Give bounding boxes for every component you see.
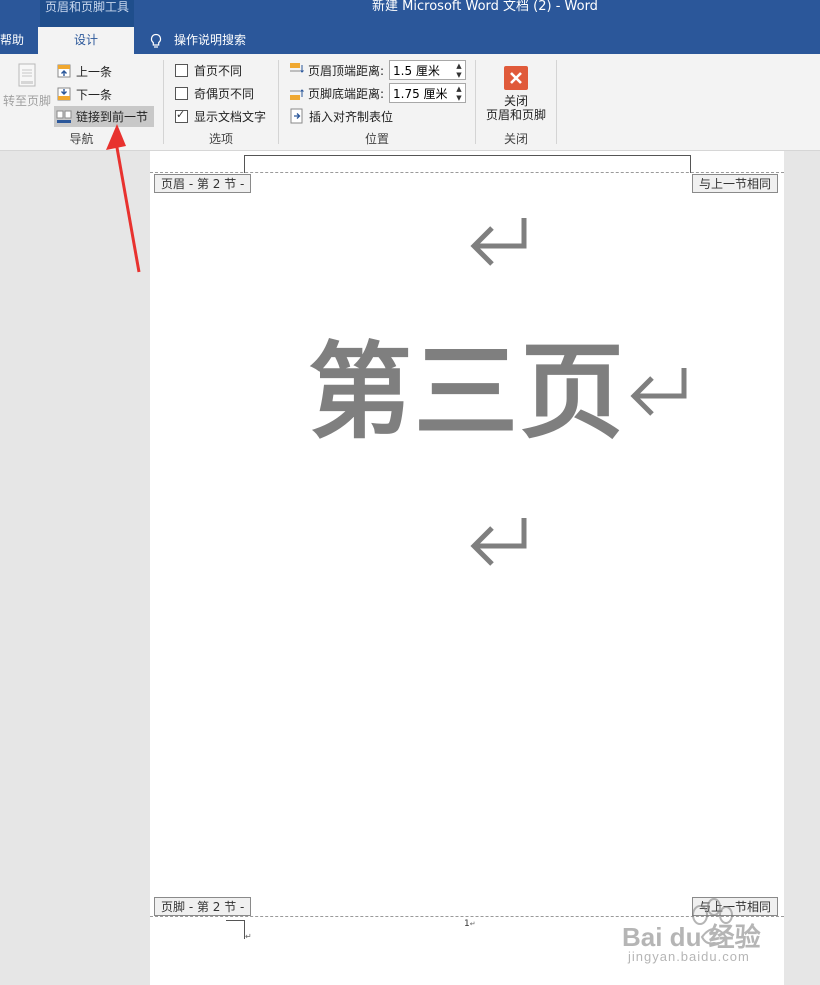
goto-footer-label: 转至页脚 bbox=[2, 94, 51, 108]
close-icon bbox=[504, 66, 528, 90]
lightbulb-icon bbox=[150, 33, 162, 48]
header-from-top-label-row: 页眉顶端距离: bbox=[289, 60, 384, 80]
watermark-url: jingyan.baidu.com bbox=[628, 949, 750, 964]
different-first-page-box[interactable] bbox=[175, 63, 188, 77]
next-button[interactable]: 下一条 bbox=[56, 84, 112, 104]
header-from-top-value: 1.5 厘米 bbox=[393, 64, 440, 78]
close-button-line1: 关闭 bbox=[503, 94, 528, 108]
body-text[interactable]: 第三页 bbox=[308, 330, 628, 454]
contextual-tab-label: 页眉和页脚工具 bbox=[40, 0, 134, 27]
footer-position-icon bbox=[290, 89, 304, 100]
insert-alignment-tab-button[interactable]: 插入对齐制表位 bbox=[289, 106, 393, 126]
ribbon-tab-bar: 帮助 设计 操作说明搜索 bbox=[0, 27, 820, 54]
different-odd-even-box[interactable] bbox=[175, 86, 188, 100]
paragraph-mark-icon bbox=[470, 218, 527, 266]
previous-label: 上一条 bbox=[76, 64, 113, 79]
footer-from-bottom-label: 页脚底端距离: bbox=[308, 86, 385, 101]
header-position-icon bbox=[290, 63, 304, 73]
footer-corner-mark bbox=[226, 920, 245, 939]
show-document-text-box[interactable] bbox=[175, 108, 188, 123]
header-same-as-previous-tag: 与上一节相同 bbox=[692, 174, 779, 193]
tell-me-search-label: 操作说明搜索 bbox=[174, 33, 247, 47]
annotation-arrow-icon bbox=[106, 124, 141, 273]
different-first-page-label: 首页不同 bbox=[194, 63, 243, 78]
close-header-footer-button[interactable]: 关闭 页眉和页脚 bbox=[478, 66, 554, 122]
previous-section-icon bbox=[57, 64, 71, 78]
group-position: 页眉顶端距离: 1.5 厘米 ▲ ▼ 页脚底端距离: 1.75 厘米 ▲ ▼ 插入对… bbox=[279, 54, 475, 150]
header-section-tag: 页眉 - 第 2 节 - bbox=[154, 174, 252, 193]
group-position-label: 位置 bbox=[364, 132, 389, 146]
goto-footer-button[interactable]: 转至页脚 bbox=[2, 62, 52, 112]
footer-from-bottom-value: 1.75 厘米 bbox=[393, 87, 448, 101]
previous-button[interactable]: 上一条 bbox=[56, 61, 112, 81]
tell-me-search[interactable]: 操作说明搜索 bbox=[148, 27, 246, 54]
group-divider bbox=[556, 60, 557, 144]
window-title: 新建 Microsoft Word 文档 (2) - Word bbox=[372, 0, 598, 14]
footer-from-bottom-label-row: 页脚底端距离: bbox=[289, 83, 384, 103]
tab-design[interactable]: 设计 bbox=[38, 27, 134, 54]
group-options-label: 选项 bbox=[208, 132, 233, 146]
group-close-label: 关闭 bbox=[503, 132, 528, 146]
link-to-previous-icon bbox=[56, 110, 72, 123]
header-area-border bbox=[244, 155, 691, 173]
next-label: 下一条 bbox=[76, 87, 113, 102]
spinner-arrows-icon[interactable]: ▲ ▼ bbox=[455, 62, 463, 80]
show-document-text-checkbox[interactable]: 显示文档文字 bbox=[175, 106, 266, 126]
tab-help[interactable]: 帮助 bbox=[0, 27, 24, 54]
close-button-line2: 页眉和页脚 bbox=[485, 108, 546, 122]
title-bar: 页眉和页脚工具 新建 Microsoft Word 文档 (2) - Word bbox=[0, 0, 820, 27]
header-from-top-input[interactable]: 1.5 厘米 ▲ ▼ bbox=[389, 60, 466, 80]
header-boundary-line bbox=[150, 172, 784, 173]
different-odd-even-checkbox[interactable]: 奇偶页不同 bbox=[175, 83, 254, 103]
goto-footer-icon bbox=[18, 63, 36, 87]
paragraph-mark-icon bbox=[630, 368, 687, 416]
footer-section-tag: 页脚 - 第 2 节 - bbox=[154, 897, 252, 916]
different-odd-even-label: 奇偶页不同 bbox=[194, 86, 255, 101]
header-from-top-label: 页眉顶端距离: bbox=[308, 63, 385, 78]
page-number-field[interactable]: 1↵ bbox=[464, 919, 476, 929]
show-document-text-label: 显示文档文字 bbox=[194, 109, 267, 124]
spinner-arrows-icon[interactable]: ▲ ▼ bbox=[455, 85, 463, 103]
insert-alignment-tab-label: 插入对齐制表位 bbox=[309, 109, 394, 124]
group-options: 首页不同 奇偶页不同 显示文档文字 选项 bbox=[164, 54, 278, 150]
footer-paragraph-mark-icon: ↵ bbox=[245, 932, 252, 941]
footer-from-bottom-input[interactable]: 1.75 厘米 ▲ ▼ bbox=[389, 83, 466, 103]
next-section-icon bbox=[57, 87, 71, 101]
alignment-tab-icon bbox=[290, 108, 303, 124]
paragraph-mark-icon bbox=[470, 518, 527, 566]
document-page[interactable] bbox=[150, 151, 784, 985]
group-close: 关闭 页眉和页脚 关闭 bbox=[476, 54, 556, 150]
baidu-watermark: Bai du 经验 jingyan.baidu.com bbox=[622, 893, 782, 969]
different-first-page-checkbox[interactable]: 首页不同 bbox=[175, 60, 242, 80]
